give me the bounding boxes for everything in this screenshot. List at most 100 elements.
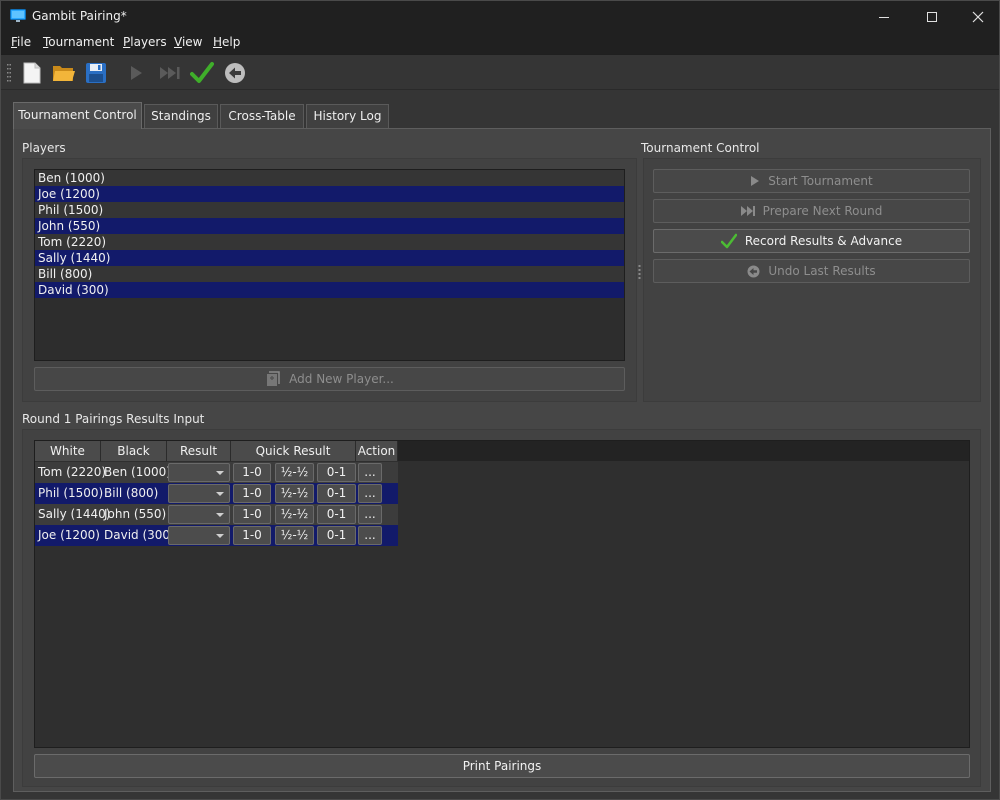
chevron-down-icon — [216, 492, 224, 496]
next-round-tool[interactable] — [157, 60, 183, 86]
close-button[interactable] — [955, 1, 1000, 32]
row-action-button[interactable]: ... — [358, 505, 382, 524]
pairings-table[interactable]: White Black Result Quick Result Action T… — [34, 440, 970, 748]
checkmark-icon — [190, 62, 214, 83]
undo-last-results-button[interactable]: Undo Last Results — [653, 259, 970, 283]
draw-button[interactable]: ½-½ — [275, 505, 314, 524]
chevron-down-icon — [216, 471, 224, 475]
black-win-button[interactable]: 0-1 — [317, 526, 356, 545]
row-action-button[interactable]: ... — [358, 484, 382, 503]
black-player-cell: Bill (800) — [104, 486, 159, 500]
start-tournament-label: Start Tournament — [768, 174, 873, 188]
add-new-player-button[interactable]: Add New Player... — [34, 367, 625, 391]
list-item[interactable]: Ben (1000) — [35, 170, 624, 186]
table-row: Phil (1500) Bill (800) 1-0 ½-½ 0-1 ... — [35, 483, 398, 504]
open-tournament-button[interactable] — [51, 60, 77, 86]
result-dropdown[interactable] — [168, 526, 230, 545]
toolbar-grip-handle[interactable] — [7, 63, 11, 83]
result-dropdown[interactable] — [168, 505, 230, 524]
white-win-button[interactable]: 1-0 — [233, 526, 271, 545]
black-win-button[interactable]: 0-1 — [317, 484, 356, 503]
save-tournament-button[interactable] — [83, 60, 109, 86]
new-tournament-button[interactable] — [19, 60, 45, 86]
black-player-cell: John (550) — [104, 507, 167, 521]
maximize-icon — [927, 11, 937, 22]
white-win-button[interactable]: 1-0 — [233, 505, 271, 524]
table-row: Sally (1440) John (550) 1-0 ½-½ 0-1 ... — [35, 504, 398, 525]
tab-history-log[interactable]: History Log — [306, 104, 389, 128]
fast-forward-icon — [740, 206, 755, 216]
tab-standings[interactable]: Standings — [144, 104, 218, 128]
black-win-button[interactable]: 0-1 — [317, 463, 356, 482]
list-item[interactable]: Sally (1440) — [35, 250, 624, 266]
add-player-icon — [265, 371, 281, 387]
menu-players[interactable]: Players — [123, 35, 167, 49]
maximize-button[interactable] — [909, 1, 955, 32]
tab-tournament-control[interactable]: Tournament Control — [13, 102, 142, 129]
column-header-action[interactable]: Action — [356, 441, 398, 461]
row-action-button[interactable]: ... — [358, 463, 382, 482]
row-action-button[interactable]: ... — [358, 526, 382, 545]
tab-cross-table[interactable]: Cross-Table — [220, 104, 304, 128]
start-tournament-button[interactable]: Start Tournament — [653, 169, 970, 193]
draw-button[interactable]: ½-½ — [275, 463, 314, 482]
white-win-button[interactable]: 1-0 — [233, 484, 271, 503]
record-results-advance-button[interactable]: Record Results & Advance — [653, 229, 970, 253]
result-dropdown[interactable] — [168, 484, 230, 503]
draw-button[interactable]: ½-½ — [275, 484, 314, 503]
close-icon — [972, 11, 984, 22]
column-header-quick-result[interactable]: Quick Result — [231, 441, 356, 461]
new-file-icon — [23, 62, 41, 84]
black-win-button[interactable]: 0-1 — [317, 505, 356, 524]
players-list[interactable]: Ben (1000) Joe (1200) Phil (1500) John (… — [34, 169, 625, 361]
start-tournament-tool[interactable] — [123, 60, 149, 86]
play-icon — [131, 66, 142, 80]
menu-help[interactable]: Help — [213, 35, 240, 49]
column-header-result[interactable]: Result — [167, 441, 231, 461]
tournament-control-title: Tournament Control — [641, 141, 760, 155]
list-item[interactable]: John (550) — [35, 218, 624, 234]
menu-view[interactable]: View — [174, 35, 202, 49]
draw-button[interactable]: ½-½ — [275, 526, 314, 545]
open-folder-icon — [53, 66, 75, 81]
column-header-black[interactable]: Black — [101, 441, 167, 461]
black-player-cell: Ben (1000) — [104, 465, 171, 479]
table-row: Tom (2220) Ben (1000) 1-0 ½-½ 0-1 ... — [35, 462, 398, 483]
column-header-white[interactable]: White — [35, 441, 101, 461]
undo-results-tool[interactable] — [222, 60, 248, 86]
white-player-cell: Sally (1440) — [38, 507, 111, 521]
pairings-table-header: White Black Result Quick Result Action — [35, 441, 969, 461]
checkmark-icon — [720, 233, 737, 249]
menu-tournament[interactable]: Tournament — [43, 35, 114, 49]
white-player-cell: Joe (1200) — [38, 528, 100, 542]
table-row: Joe (1200) David (300) 1-0 ½-½ 0-1 ... — [35, 525, 398, 546]
prepare-next-round-label: Prepare Next Round — [762, 204, 883, 218]
list-item[interactable]: Tom (2220) — [35, 234, 624, 250]
app-window: Gambit Pairing* File Tournament Players … — [0, 0, 1000, 800]
minimize-icon — [879, 16, 889, 18]
prepare-next-round-button[interactable]: Prepare Next Round — [653, 199, 970, 223]
record-results-advance-label: Record Results & Advance — [744, 234, 903, 248]
result-dropdown[interactable] — [168, 463, 230, 482]
white-player-cell: Phil (1500) — [38, 486, 104, 500]
white-win-button[interactable]: 1-0 — [233, 463, 271, 482]
menu-file[interactable]: File — [11, 35, 31, 49]
record-results-tool[interactable] — [189, 60, 215, 86]
list-item[interactable]: Joe (1200) — [35, 186, 624, 202]
chevron-down-icon — [216, 534, 224, 538]
window-title: Gambit Pairing* — [32, 9, 127, 23]
minimize-button[interactable] — [861, 1, 907, 32]
list-item[interactable]: David (300) — [35, 282, 624, 298]
splitter-handle[interactable] — [638, 264, 641, 280]
white-player-cell: Tom (2220) — [38, 465, 107, 479]
add-new-player-label: Add New Player... — [289, 372, 394, 386]
title-bar[interactable]: Gambit Pairing* — [1, 1, 999, 32]
undo-last-results-label: Undo Last Results — [768, 264, 876, 278]
list-item[interactable]: Bill (800) — [35, 266, 624, 282]
list-item[interactable]: Phil (1500) — [35, 202, 624, 218]
undo-arrow-icon — [747, 265, 760, 278]
players-section-title: Players — [22, 141, 66, 155]
black-player-cell: David (300) — [104, 528, 175, 542]
print-pairings-button[interactable]: Print Pairings — [34, 754, 970, 778]
menu-bar: File Tournament Players View Help — [1, 32, 999, 54]
